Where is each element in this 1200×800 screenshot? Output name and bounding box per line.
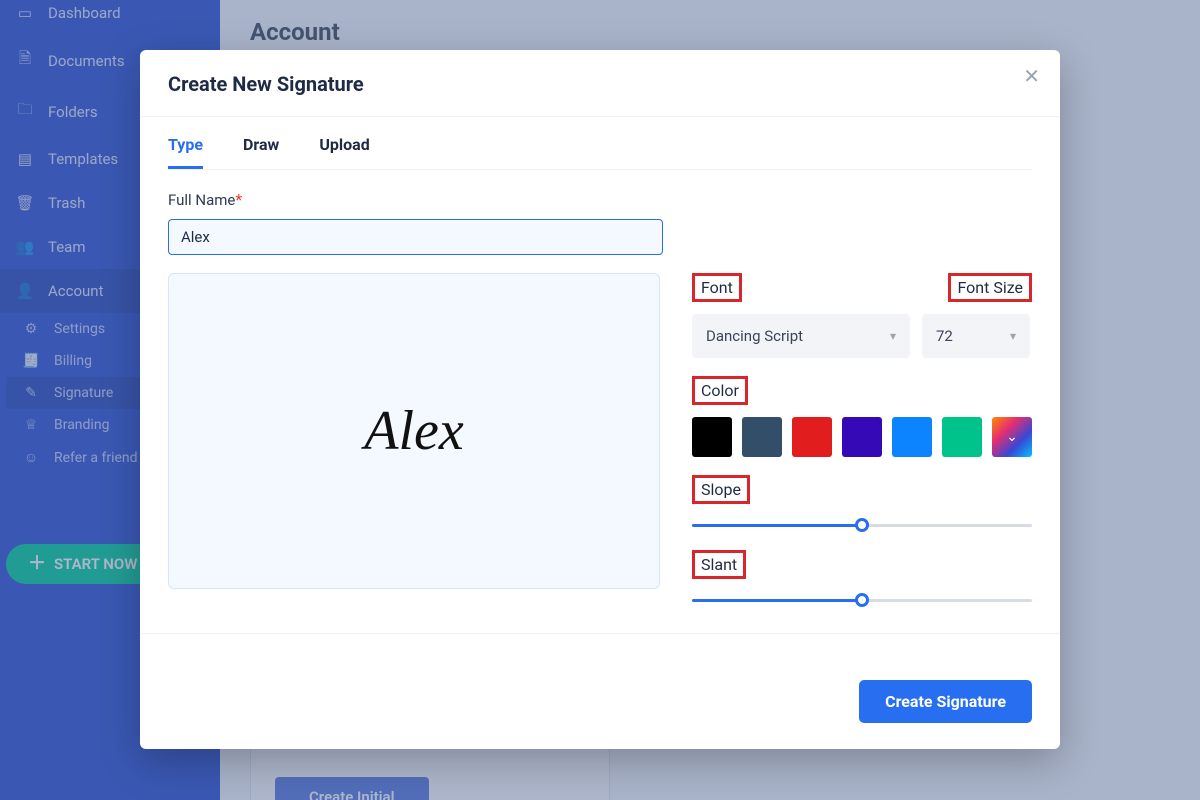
slope-label: Slope: [692, 475, 750, 504]
full-name-input[interactable]: [168, 219, 663, 255]
font-size-label: Font Size: [948, 273, 1032, 302]
color-swatch-slate[interactable]: [742, 417, 782, 457]
chevron-down-icon: ▾: [1010, 329, 1016, 343]
chevron-down-icon: ▾: [890, 329, 896, 343]
font-size-select[interactable]: 72 ▾: [922, 314, 1030, 358]
color-swatch-red[interactable]: [792, 417, 832, 457]
slope-slider[interactable]: [692, 518, 1032, 532]
chevron-down-icon: ⌄: [1006, 429, 1018, 445]
divider: [140, 116, 1060, 117]
close-icon[interactable]: ✕: [1023, 64, 1040, 88]
color-label: Color: [692, 376, 748, 405]
signature-preview: Alex: [168, 273, 660, 589]
font-label: Font: [692, 273, 742, 302]
full-name-label: Full Name: [168, 191, 235, 209]
slider-fill: [692, 524, 862, 527]
required-mark: *: [235, 190, 242, 209]
modal-footer: Create Signature: [168, 662, 1032, 723]
tab-type[interactable]: Type: [168, 135, 203, 169]
slider-knob[interactable]: [855, 518, 869, 532]
color-swatch-custom[interactable]: ⌄: [992, 417, 1032, 457]
modal-overlay: Create New Signature ✕ Type Draw Upload …: [0, 0, 1200, 800]
color-swatch-indigo[interactable]: [842, 417, 882, 457]
modal-title: Create New Signature: [168, 72, 1032, 96]
tab-upload[interactable]: Upload: [319, 135, 369, 169]
font-select-value: Dancing Script: [706, 327, 803, 345]
signature-controls: Font Font Size Dancing Script ▾ 72 ▾ Col…: [692, 273, 1032, 607]
font-size-value: 72: [936, 327, 953, 345]
slider-fill: [692, 599, 862, 602]
divider: [140, 633, 1060, 634]
slant-slider[interactable]: [692, 593, 1032, 607]
font-select[interactable]: Dancing Script ▾: [692, 314, 910, 358]
color-swatch-teal[interactable]: [942, 417, 982, 457]
color-swatches: ⌄: [692, 417, 1032, 457]
slider-knob[interactable]: [855, 593, 869, 607]
color-swatch-blue[interactable]: [892, 417, 932, 457]
tab-draw[interactable]: Draw: [243, 135, 279, 169]
create-signature-modal: Create New Signature ✕ Type Draw Upload …: [140, 50, 1060, 749]
color-swatch-black[interactable]: [692, 417, 732, 457]
create-signature-button[interactable]: Create Signature: [859, 680, 1032, 723]
slant-label: Slant: [692, 550, 746, 579]
full-name-row: Full Name*: [168, 190, 1032, 255]
preview-text: Alex: [364, 399, 463, 463]
modal-tabs: Type Draw Upload: [168, 135, 1032, 170]
